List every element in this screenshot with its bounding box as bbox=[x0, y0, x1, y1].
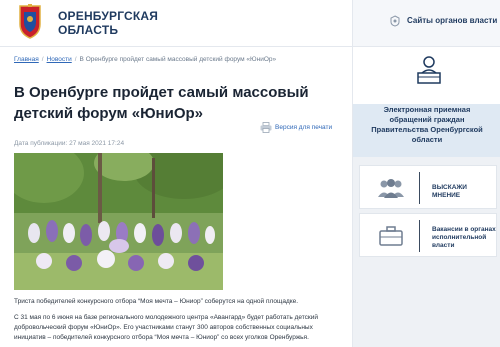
briefcase-icon bbox=[379, 226, 403, 246]
opinion-card[interactable]: ВЫСКАЖИ МНЕНИЕ bbox=[359, 165, 497, 209]
article-title: В Оренбурге пройдет самый массовый детск… bbox=[14, 84, 309, 122]
gov-sites-label: Сайты органов власти bbox=[407, 16, 498, 25]
coat-of-arms-icon[interactable] bbox=[16, 4, 44, 40]
people-group-icon bbox=[378, 179, 404, 198]
breadcrumb-home[interactable]: Главная bbox=[14, 56, 39, 63]
opinion-divider bbox=[419, 172, 420, 204]
vacancies-divider bbox=[419, 220, 420, 252]
site-header: ОРЕНБУРГСКАЯ ОБЛАСТЬ bbox=[0, 0, 352, 47]
breadcrumb-current: В Оренбурге пройдет самый массовый детск… bbox=[79, 56, 277, 63]
breadcrumb: Главная / Новости / В Оренбурге пройдет самы… bbox=[14, 56, 277, 63]
printer-icon bbox=[260, 122, 272, 133]
breadcrumb-news[interactable]: Новости bbox=[47, 56, 72, 63]
vacancies-label: Вакансии в органах исполнительной власти bbox=[432, 226, 496, 249]
article-lead: Триста победителей конкурсного отбора “М… bbox=[14, 298, 299, 305]
emblem-small-icon bbox=[390, 15, 400, 27]
region-title[interactable]: ОРЕНБУРГСКАЯ ОБЛАСТЬ bbox=[58, 9, 178, 37]
reception-desk-icon bbox=[417, 56, 441, 84]
vacancies-card[interactable]: Вакансии в органах исполнительной власти bbox=[359, 213, 497, 257]
opinion-label: ВЫСКАЖИ МНЕНИЕ bbox=[432, 184, 467, 199]
article-body: С 31 мая по 6 июня на базе регионального… bbox=[14, 314, 319, 341]
publication-date: Дата публикации: 27 мая 2021 17:24 bbox=[14, 140, 125, 147]
print-version-link[interactable]: Версия для печати bbox=[260, 122, 342, 134]
article-photo[interactable] bbox=[14, 153, 223, 290]
gov-sites-link[interactable]: Сайты органов власти bbox=[352, 0, 500, 47]
e-reception-label: Электронная приемная обращений граждан П… bbox=[371, 105, 483, 144]
print-version-label: Версия для печати bbox=[275, 124, 333, 131]
sidebar: Электронная приемная обращений граждан П… bbox=[352, 47, 500, 347]
e-reception-link[interactable]: Электронная приемная обращений граждан П… bbox=[353, 47, 500, 157]
